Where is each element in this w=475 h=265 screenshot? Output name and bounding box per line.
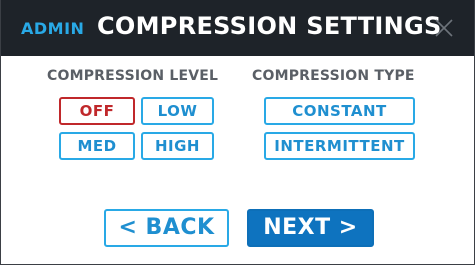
page-title: COMPRESSION SETTINGS (97, 12, 442, 40)
compression-settings-screen: ADMIN COMPRESSION SETTINGS COMPRESSION L… (0, 0, 475, 265)
level-low-button[interactable]: LOW (141, 97, 214, 125)
admin-badge: ADMIN (21, 19, 85, 38)
level-off-button[interactable]: OFF (59, 97, 135, 125)
compression-type-label: COMPRESSION TYPE (252, 68, 415, 84)
compression-level-label: COMPRESSION LEVEL (47, 68, 219, 84)
back-button[interactable]: < BACK (104, 209, 229, 247)
next-button[interactable]: NEXT > (247, 209, 374, 247)
title-bar: ADMIN COMPRESSION SETTINGS (1, 0, 474, 56)
level-high-button[interactable]: HIGH (141, 132, 214, 160)
level-med-button[interactable]: MED (59, 132, 135, 160)
close-icon[interactable] (433, 17, 455, 39)
type-constant-button[interactable]: CONSTANT (264, 97, 415, 125)
type-intermittent-button[interactable]: INTERMITTENT (264, 132, 415, 160)
